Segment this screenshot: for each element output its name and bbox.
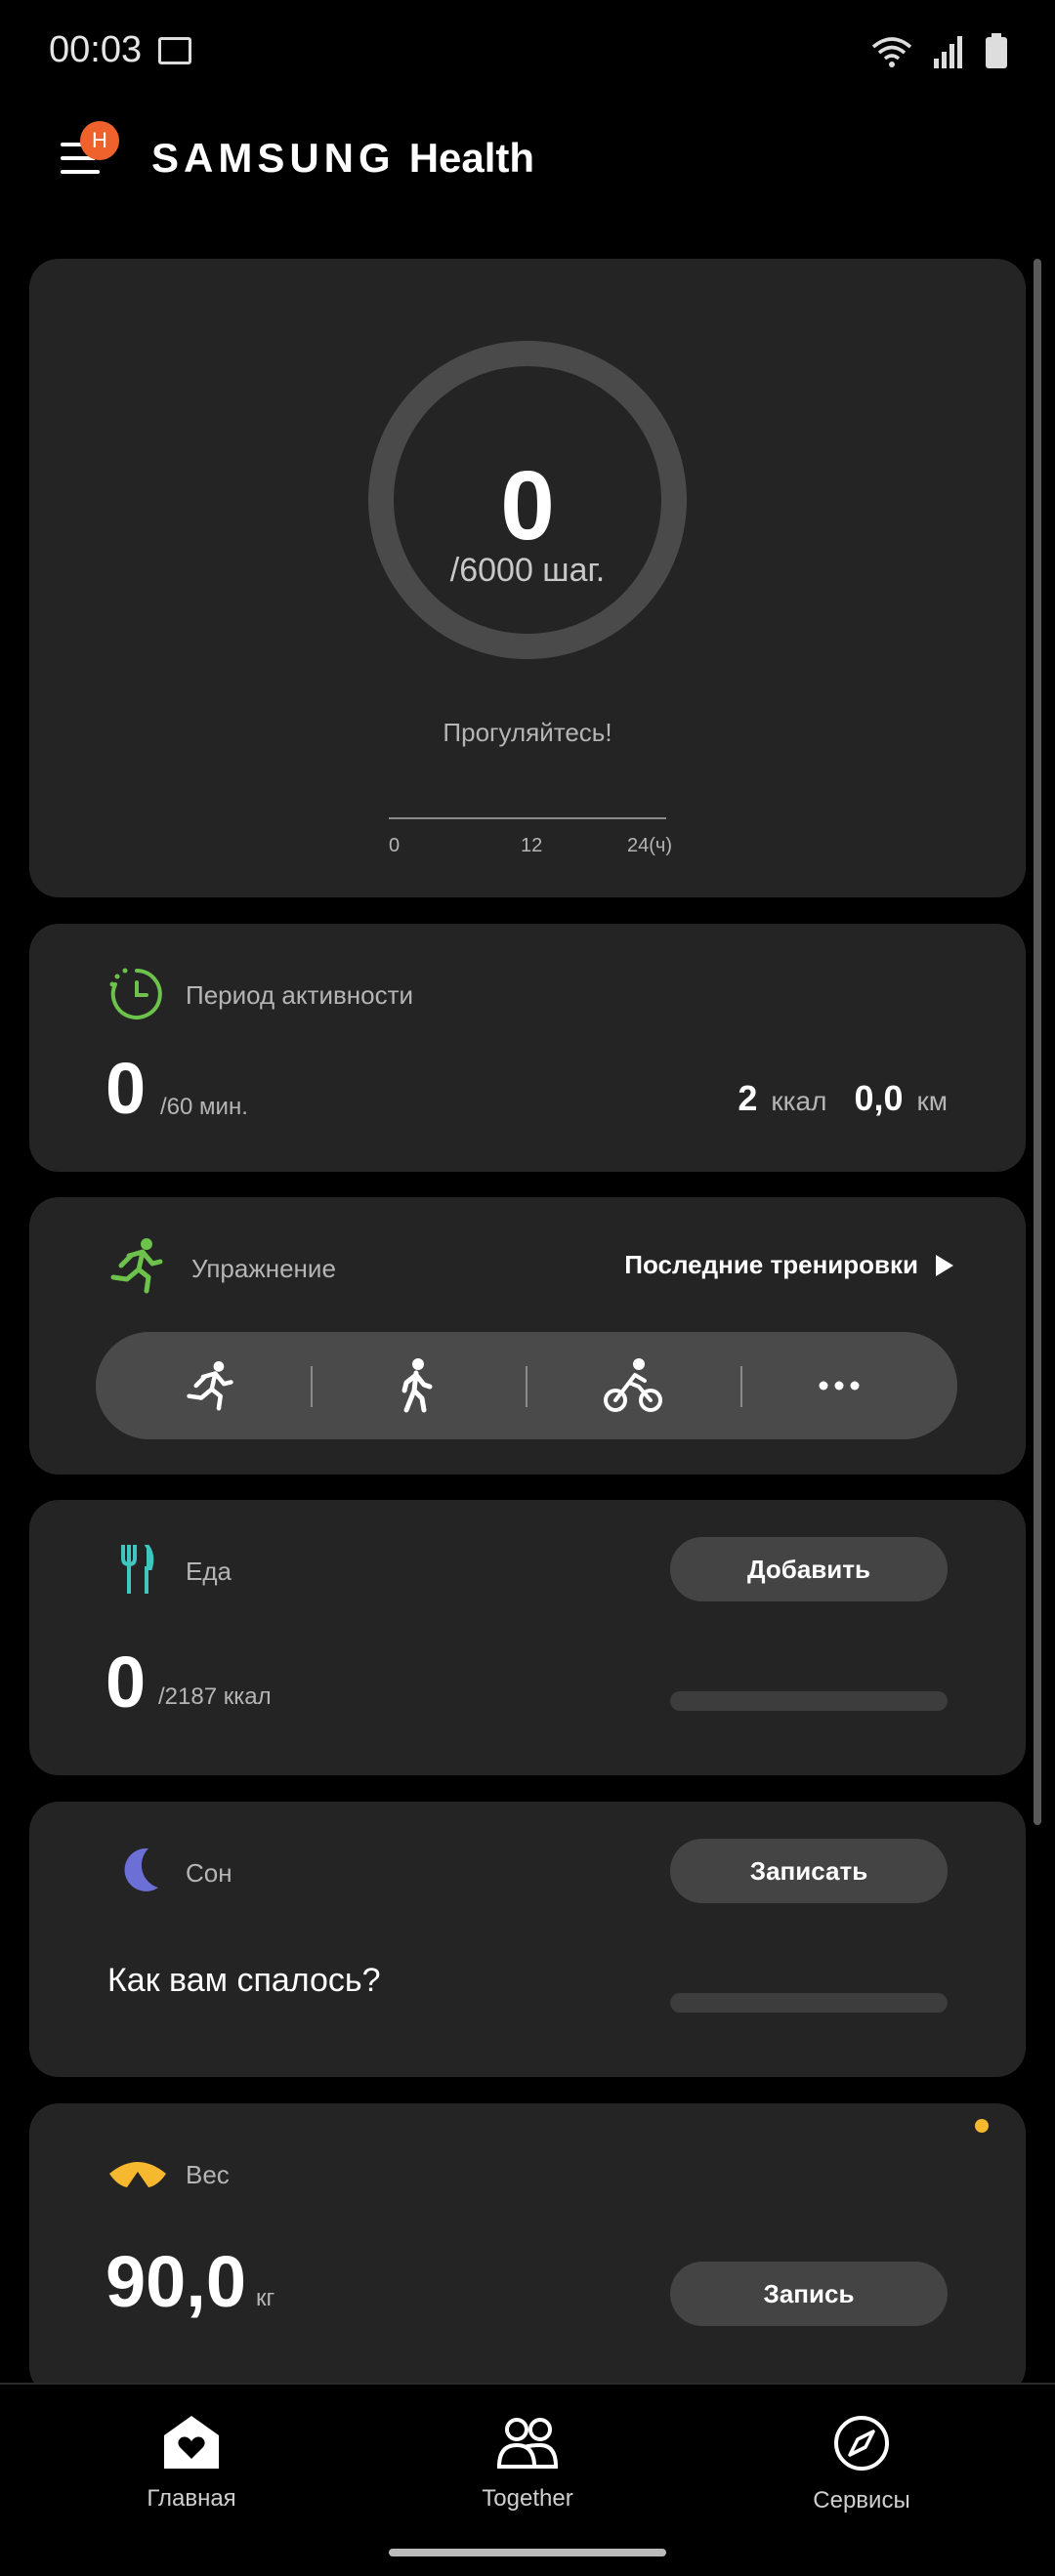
moon-icon [124,1848,158,1891]
food-add-button[interactable]: Добавить [670,1537,948,1601]
more-icon[interactable] [819,1381,860,1391]
activity-timer-icon [109,968,162,1019]
wifi-icon [871,37,912,67]
fork-knife-icon [121,1545,154,1594]
exercise-runner-icon [110,1238,163,1294]
activity-stats: 2 ккал 0,0 км [738,1078,948,1119]
steps-card[interactable]: 0 /6000 шаг. Прогуляйтесь! 0 12 24(ч) [29,259,1026,897]
weight-unit: кг [256,2285,275,2311]
activity-title: Период активности [186,980,414,1010]
steps-message: Прогуляйтесь! [443,718,612,747]
steps-goal: /6000 шаг. [449,552,606,589]
scale-icon [109,2162,166,2187]
weight-card[interactable]: Вес 90,0 кг Запись [29,2103,1026,2396]
play-arrow-icon [936,1254,953,1276]
brand-samsung: SAMSUNG [151,135,396,181]
food-progress-bar [670,1691,948,1711]
food-goal: /2187 ккал [158,1683,272,1710]
new-indicator-dot [975,2119,989,2133]
activity-card[interactable]: Период активности 0 /60 мин. 2 ккал 0,0 … [29,924,1026,1172]
sleep-record-button[interactable]: Записать [670,1839,948,1903]
battery-icon [986,33,1007,68]
gallery-notification-icon [158,37,191,64]
running-icon[interactable] [186,1359,234,1412]
food-card[interactable]: Еда Добавить 0 /2187 ккал [29,1500,1026,1775]
divider [740,1366,742,1407]
kcal-value: 2 [738,1078,758,1118]
steps-timeline [389,817,666,819]
food-value: 0 [106,1641,147,1723]
app-logo: SAMSUNG Health [151,135,534,182]
nav-services[interactable]: Сервисы [744,2414,979,2514]
food-title: Еда [186,1557,232,1586]
scrollbar[interactable] [1034,259,1041,1825]
status-icons [871,33,1008,68]
sleep-progress-bar [670,1993,948,2013]
weight-record-button[interactable]: Запись [670,2262,948,2326]
sleep-title: Сон [186,1858,232,1888]
profile-badge[interactable]: H [80,121,119,160]
nav-home[interactable]: Главная [74,2414,309,2513]
nav-home-label: Главная [147,2485,236,2512]
people-icon [496,2418,559,2469]
compass-icon [834,2416,889,2471]
sleep-card[interactable]: Сон Записать Как вам спалось? [29,1802,1026,2077]
timeline-tick-12: 12 [521,835,543,856]
km-unit: км [916,1086,949,1116]
timeline-tick-24: 24(ч) [627,835,672,856]
divider [526,1366,528,1407]
cycling-icon[interactable] [604,1357,662,1414]
nav-together[interactable]: Together [410,2414,645,2513]
weight-value: 90,0 [106,2241,247,2322]
sleep-question: Как вам спалось? [107,1962,381,1999]
status-time: 00:03 [49,29,143,70]
activity-value: 0 [106,1048,147,1129]
exercise-title: Упражнение [191,1254,336,1283]
divider [311,1366,313,1407]
kcal-unit: ккал [771,1086,827,1116]
walking-icon[interactable] [397,1357,436,1414]
brand-health: Health [408,135,535,181]
exercise-card[interactable]: Упражнение Последние тренировки [29,1197,1026,1475]
exercise-type-bar [96,1332,957,1439]
km-value: 0,0 [854,1078,904,1118]
timeline-tick-0: 0 [389,835,401,856]
weight-title: Вес [186,2160,230,2189]
activity-goal: /60 мин. [160,1094,248,1120]
nav-together-label: Together [482,2485,573,2512]
signal-icon [934,36,962,68]
home-heart-icon [164,2416,219,2469]
recent-workouts-label: Последние тренировки [624,1250,918,1279]
home-indicator[interactable] [389,2549,666,2556]
recent-workouts-link[interactable]: Последние тренировки [624,1250,953,1280]
bottom-navigation: Главная Together Сервисы [0,2383,1055,2576]
steps-value: 0 [500,451,555,561]
nav-services-label: Сервисы [813,2487,910,2514]
